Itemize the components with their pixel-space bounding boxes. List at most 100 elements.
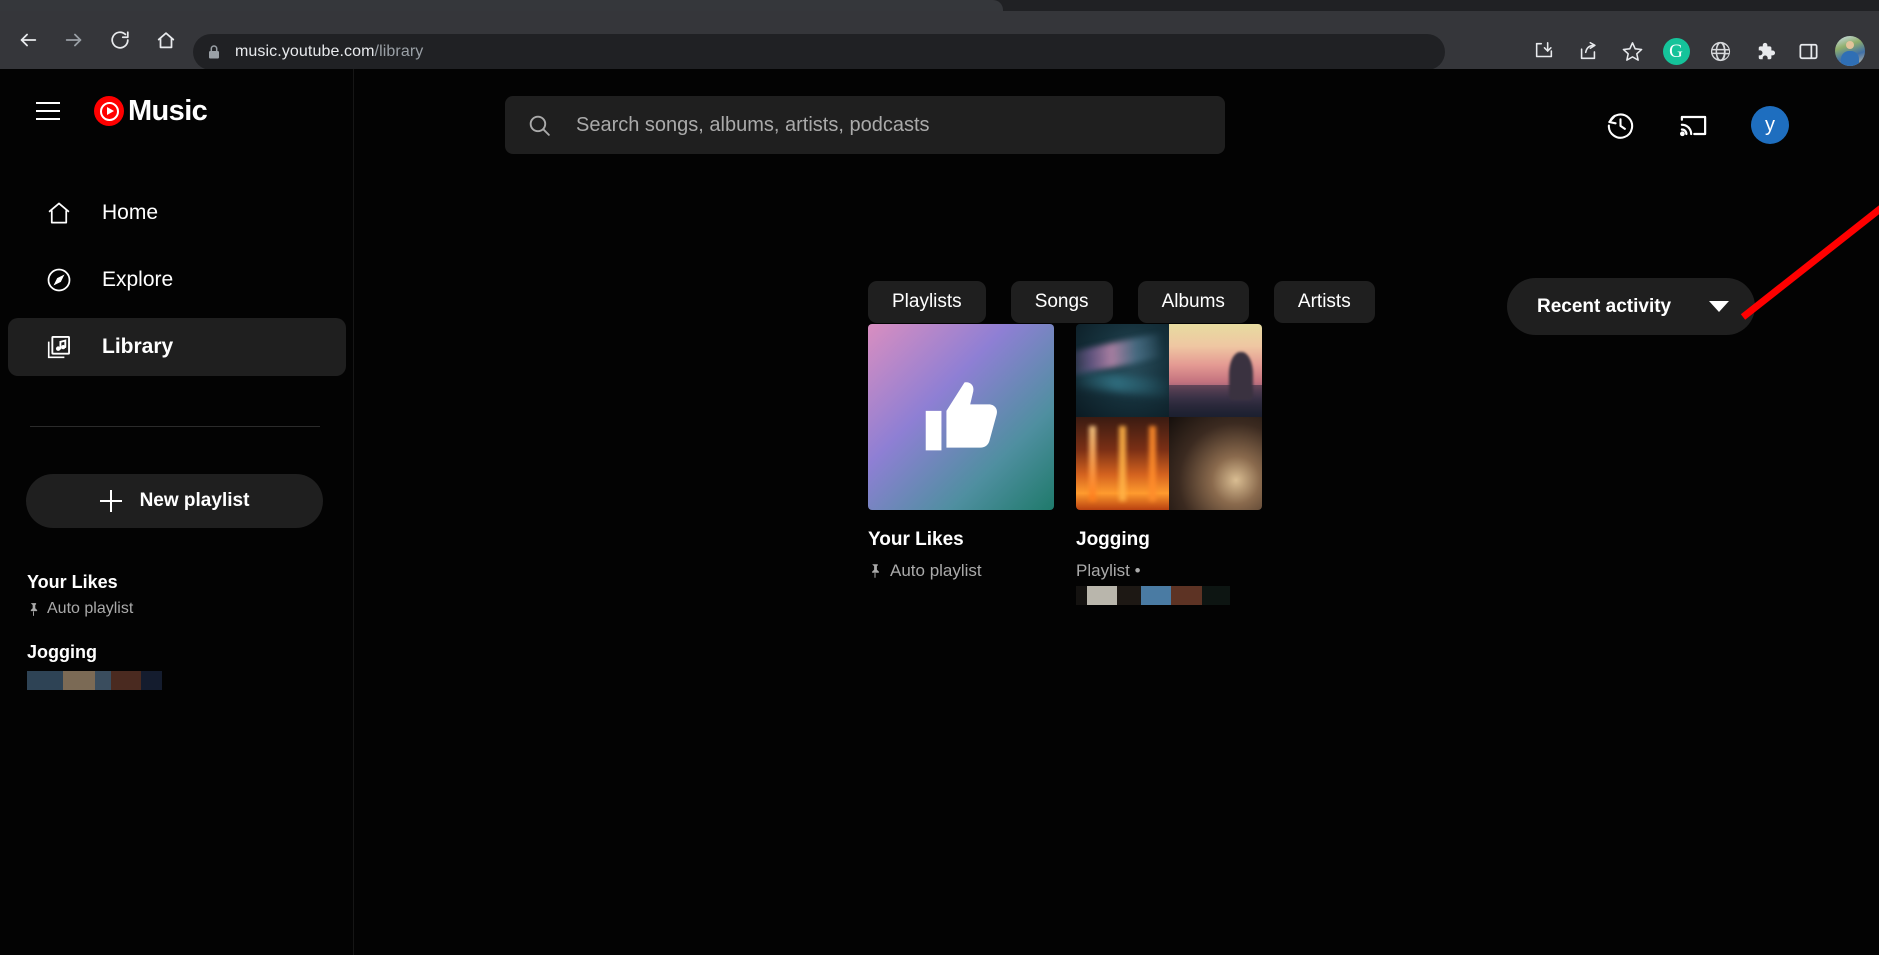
youtube-music-logo[interactable]: Music [94, 96, 207, 126]
sidebar-playlist-your-likes[interactable]: Your Likes Auto playlist [27, 571, 133, 618]
playlist-card-your-likes[interactable]: Your Likes Auto playlist [868, 324, 1054, 605]
censor-block [63, 671, 95, 690]
playlist-thumbnail[interactable] [868, 324, 1054, 510]
omnibox[interactable]: music.youtube.com/library [193, 34, 1445, 70]
sidebar-playlist-title: Your Likes [27, 571, 133, 594]
browser-profile-avatar[interactable] [1835, 36, 1865, 66]
censor-block [111, 671, 141, 690]
pin-icon [27, 602, 40, 617]
playlist-card-title: Your Likes [868, 528, 1054, 552]
filter-chip-albums[interactable]: Albums [1138, 281, 1249, 323]
sidebar-playlist-subtitle: Auto playlist [47, 600, 133, 618]
search-icon [527, 113, 552, 138]
hamburger-line [36, 102, 60, 104]
browser-nav-group [7, 19, 187, 61]
sort-dropdown[interactable]: Recent activity [1507, 278, 1755, 335]
reload-icon[interactable] [99, 19, 141, 61]
sidebar-item-label: Explore [102, 268, 173, 292]
play-triangle [107, 107, 114, 115]
compass-icon [44, 266, 74, 294]
new-playlist-button[interactable]: New playlist [26, 474, 323, 528]
browser-toolbar: music.youtube.com/library G [0, 11, 1879, 69]
back-icon[interactable] [7, 19, 49, 61]
cast-icon[interactable] [1678, 110, 1709, 141]
sort-dropdown-label: Recent activity [1537, 296, 1671, 318]
sidebar-divider [30, 426, 320, 427]
filter-chip-playlists[interactable]: Playlists [868, 281, 986, 323]
censor-block [141, 671, 162, 690]
collage-tile [1169, 417, 1262, 510]
browser-tab-strip[interactable] [0, 0, 1879, 11]
home-icon[interactable] [145, 19, 187, 61]
plus-icon [100, 490, 122, 512]
filter-chip-artists[interactable]: Artists [1274, 281, 1375, 323]
sidebar-item-label: Library [102, 335, 173, 359]
url-text: music.youtube.com/library [235, 43, 423, 61]
library-icon [44, 333, 74, 361]
pin-icon [868, 563, 882, 579]
brand-row: Music [0, 81, 354, 141]
collage-tile [1076, 417, 1169, 510]
side-panel-icon[interactable] [1791, 34, 1825, 68]
translate-globe-icon[interactable] [1703, 34, 1737, 68]
playlist-grid: Your Likes Auto playlist [868, 324, 1262, 605]
censor-block [1141, 586, 1171, 605]
hamburger-line [36, 118, 60, 120]
playlist-card-subtitle: Auto playlist [890, 561, 982, 581]
bookmark-star-icon[interactable] [1615, 34, 1649, 68]
youtube-music-app: Music Home Explore [0, 69, 1879, 955]
censor-block [1202, 586, 1230, 605]
sidebar-item-library[interactable]: Library [8, 318, 346, 376]
sidebar-playlist-subtitle-row: Auto playlist [27, 600, 133, 618]
share-icon[interactable] [1571, 34, 1605, 68]
filter-chip-songs[interactable]: Songs [1011, 281, 1113, 323]
sidebar-playlist-title: Jogging [27, 641, 162, 664]
youtube-play-badge-icon [94, 96, 124, 126]
sidebar-item-explore[interactable]: Explore [8, 251, 346, 309]
header-actions: y [1605, 96, 1789, 154]
new-playlist-label: New playlist [140, 490, 250, 512]
install-app-icon[interactable] [1527, 34, 1561, 68]
playlist-card-subtitle: Playlist • [1076, 561, 1262, 581]
censor-block [1117, 586, 1141, 605]
sidebar-playlist-jogging[interactable]: Jogging [27, 641, 162, 690]
playlist-card-jogging[interactable]: Jogging Playlist • [1076, 324, 1262, 605]
collage-tile [1076, 324, 1169, 417]
forward-icon[interactable] [53, 19, 95, 61]
censor-block [95, 671, 111, 690]
user-avatar[interactable]: y [1751, 106, 1789, 144]
grammarly-icon[interactable]: G [1659, 34, 1693, 68]
thumbs-up-icon [915, 371, 1007, 463]
censor-block [1171, 586, 1202, 605]
chevron-down-icon [1709, 301, 1729, 312]
search-placeholder: Search songs, albums, artists, podcasts [576, 114, 930, 137]
grammarly-glyph: G [1663, 38, 1690, 65]
censored-meta-strip [1076, 586, 1262, 605]
censored-subtitle-strip [27, 671, 162, 690]
lock-icon [207, 44, 221, 60]
search-input[interactable]: Search songs, albums, artists, podcasts [505, 96, 1225, 154]
playlist-card-subtitle-row: Auto playlist [868, 561, 1054, 581]
brand-text: Music [128, 97, 207, 126]
censor-block [1076, 586, 1087, 605]
sidebar: Music Home Explore [0, 69, 354, 955]
main-content: Search songs, albums, artists, podcasts … [355, 69, 1879, 955]
browser-active-tab[interactable] [0, 0, 1003, 11]
extensions-puzzle-icon[interactable] [1747, 34, 1781, 68]
filter-chips: Playlists Songs Albums Artists [868, 281, 1375, 323]
home-icon [44, 199, 74, 227]
sidebar-item-label: Home [102, 201, 158, 225]
collage-tile [1169, 324, 1262, 417]
avatar-body [1841, 51, 1859, 66]
annotation-arrow [1735, 167, 1879, 327]
hamburger-line [36, 110, 60, 112]
sidebar-item-home[interactable]: Home [8, 184, 346, 242]
playlist-card-title: Jogging [1076, 528, 1262, 552]
history-icon[interactable] [1605, 110, 1636, 141]
avatar-head [1846, 41, 1854, 49]
censor-block [1087, 586, 1117, 605]
censor-block [27, 671, 63, 690]
hamburger-menu-icon[interactable] [24, 87, 72, 135]
playlist-thumbnail-collage[interactable] [1076, 324, 1262, 510]
play-ring [100, 102, 119, 121]
